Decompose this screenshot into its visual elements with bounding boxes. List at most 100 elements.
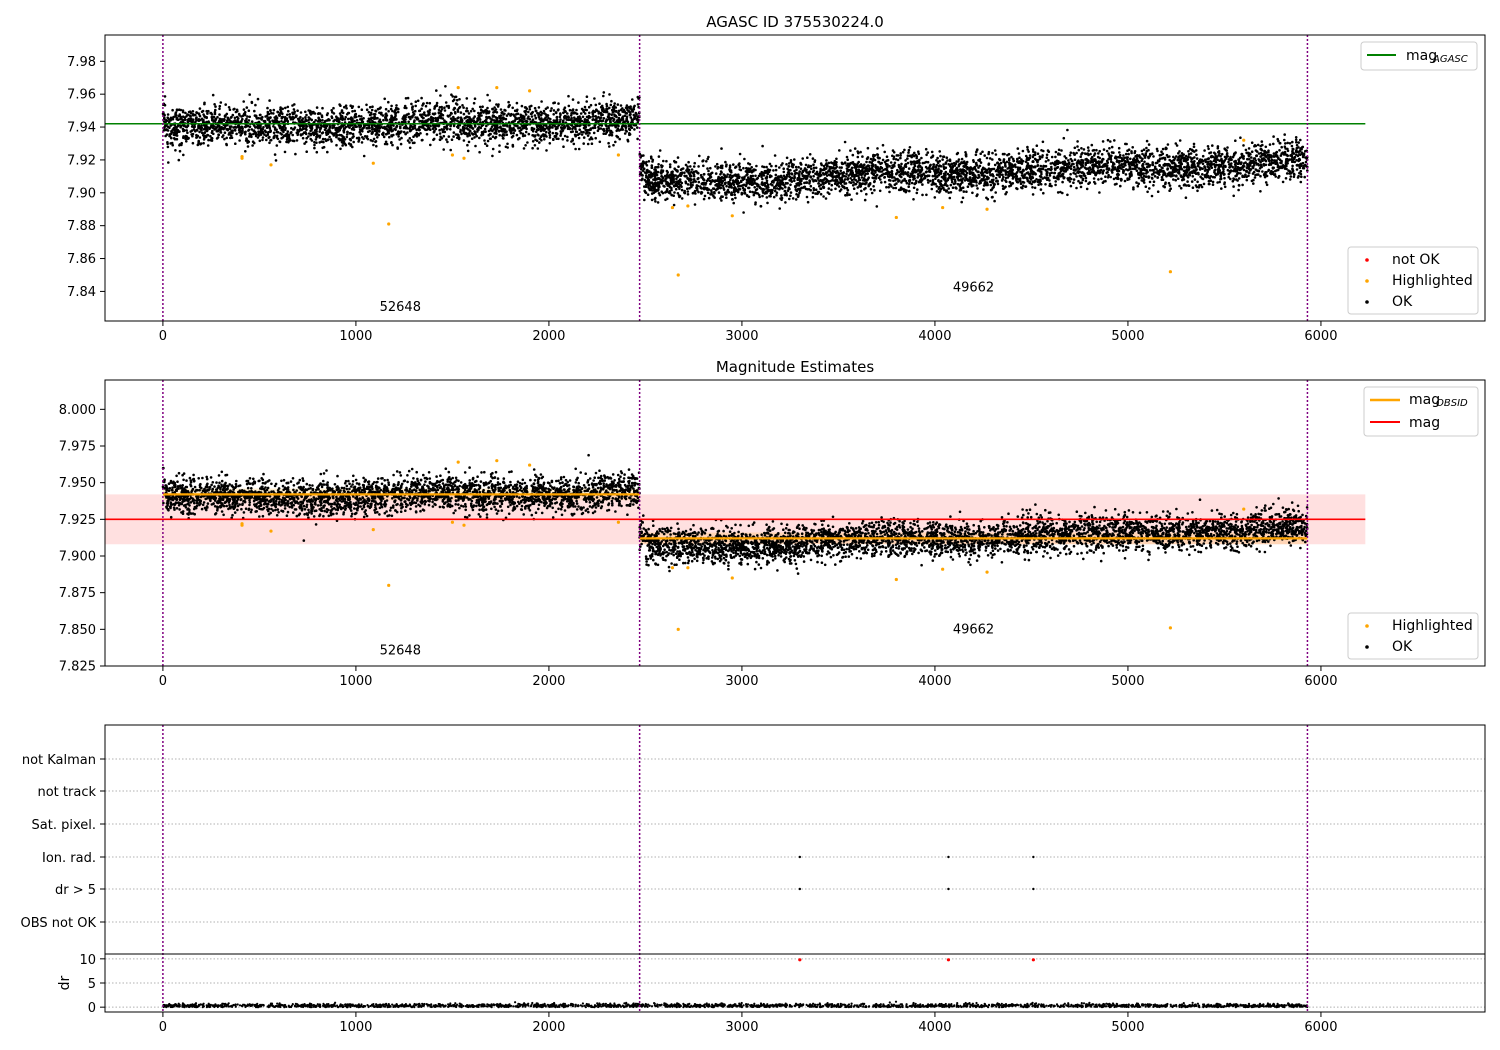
data-point-ok xyxy=(544,107,548,111)
data-point-ok xyxy=(455,98,459,102)
data-point-ok xyxy=(199,127,203,131)
data-point-ok xyxy=(1232,185,1235,188)
data-point-ok xyxy=(191,141,195,145)
data-point-ok xyxy=(476,119,479,123)
data-point-ok xyxy=(399,142,403,146)
data-point-ok xyxy=(457,116,460,119)
data-point-ok xyxy=(280,117,284,120)
data-point-ok xyxy=(405,113,409,116)
data-point-ok xyxy=(972,160,975,163)
data-point-ok xyxy=(1294,136,1298,139)
data-point-ok xyxy=(591,111,594,114)
data-point-ok xyxy=(804,163,808,167)
data-point-ok xyxy=(1275,150,1279,154)
data-point-ok xyxy=(794,188,798,191)
data-point-ok xyxy=(305,113,308,117)
data-point-ok xyxy=(223,137,226,141)
data-point-ok xyxy=(1174,142,1178,145)
data-point-ok xyxy=(812,188,816,192)
data-point-ok xyxy=(400,136,403,140)
data-point-ok xyxy=(701,159,704,163)
data-point-ok xyxy=(266,106,269,110)
data-point-ok xyxy=(293,103,296,106)
data-point-ok xyxy=(467,140,471,144)
data-point-ok xyxy=(443,106,446,109)
data-point-ok xyxy=(391,129,395,132)
data-point-ok xyxy=(628,113,632,117)
data-point-ok xyxy=(566,124,569,127)
data-point-ok xyxy=(275,134,279,138)
data-point-ok xyxy=(360,141,364,144)
data-point-ok xyxy=(275,144,279,147)
data-point-ok xyxy=(395,118,398,121)
data-point-ok xyxy=(376,136,379,139)
data-point-ok xyxy=(774,168,778,172)
data-point-ok xyxy=(593,97,596,100)
data-point-ok xyxy=(357,105,361,109)
data-point-ok xyxy=(335,115,338,118)
data-point-ok xyxy=(246,115,249,118)
data-point-ok xyxy=(459,111,463,114)
data-point-ok xyxy=(856,150,859,153)
data-point-ok xyxy=(449,117,453,120)
data-point-ok xyxy=(1033,186,1037,190)
data-point-ok xyxy=(420,96,423,100)
data-point-ok xyxy=(571,130,574,133)
data-point-ok xyxy=(365,103,368,107)
data-point-ok xyxy=(292,108,296,111)
data-point-ok xyxy=(586,142,590,146)
data-point-ok xyxy=(339,116,343,120)
data-point-ok xyxy=(790,176,794,180)
data-point-ok xyxy=(1145,139,1149,143)
data-point-ok xyxy=(539,128,542,131)
data-point-ok xyxy=(608,93,611,96)
data-point-ok xyxy=(466,118,470,122)
data-point-ok xyxy=(390,134,393,137)
data-point-ok xyxy=(554,127,558,131)
data-point-ok xyxy=(1166,143,1170,146)
data-point-ok xyxy=(215,126,219,129)
data-point-ok xyxy=(1152,180,1156,183)
data-point-ok xyxy=(218,104,222,108)
data-point-ok xyxy=(259,117,263,120)
data-point-ok xyxy=(242,108,246,111)
data-point-ok xyxy=(330,131,333,135)
data-point-ok xyxy=(404,97,408,100)
data-point-ok xyxy=(292,127,296,131)
data-point-ok xyxy=(770,164,773,168)
data-point-ok xyxy=(441,130,445,134)
data-point-ok xyxy=(218,117,222,121)
data-point-ok xyxy=(267,112,271,116)
data-point-ok xyxy=(589,103,593,107)
data-point-ok xyxy=(292,139,296,143)
data-point-ok xyxy=(611,116,614,120)
data-point-ok xyxy=(257,120,261,124)
data-point-ok xyxy=(568,118,572,121)
data-point-ok xyxy=(341,137,344,140)
data-point-ok xyxy=(332,126,336,129)
data-point-ok xyxy=(714,172,718,175)
data-point-ok xyxy=(171,143,174,147)
data-point-ok xyxy=(223,131,227,134)
data-point-ok xyxy=(524,113,528,116)
data-point-ok xyxy=(705,160,708,163)
data-point-ok xyxy=(566,135,569,139)
data-point-ok xyxy=(248,135,251,138)
data-point-ok xyxy=(1056,191,1060,194)
data-point-ok xyxy=(1081,171,1084,174)
data-point-ok xyxy=(1187,150,1190,153)
data-point-ok xyxy=(429,128,432,131)
data-point-ok xyxy=(949,183,953,187)
data-point-ok xyxy=(382,131,385,135)
data-point-ok xyxy=(788,197,791,201)
data-point-ok xyxy=(273,153,277,156)
data-point-ok xyxy=(214,105,217,108)
data-point-ok xyxy=(526,141,529,144)
data-point-ok xyxy=(562,145,565,148)
data-point-ok xyxy=(1098,149,1101,153)
data-point-ok xyxy=(325,113,329,117)
data-point-ok xyxy=(1299,153,1302,156)
data-point-ok xyxy=(212,132,215,136)
data-point-ok xyxy=(318,130,322,133)
data-point-ok xyxy=(512,126,515,130)
